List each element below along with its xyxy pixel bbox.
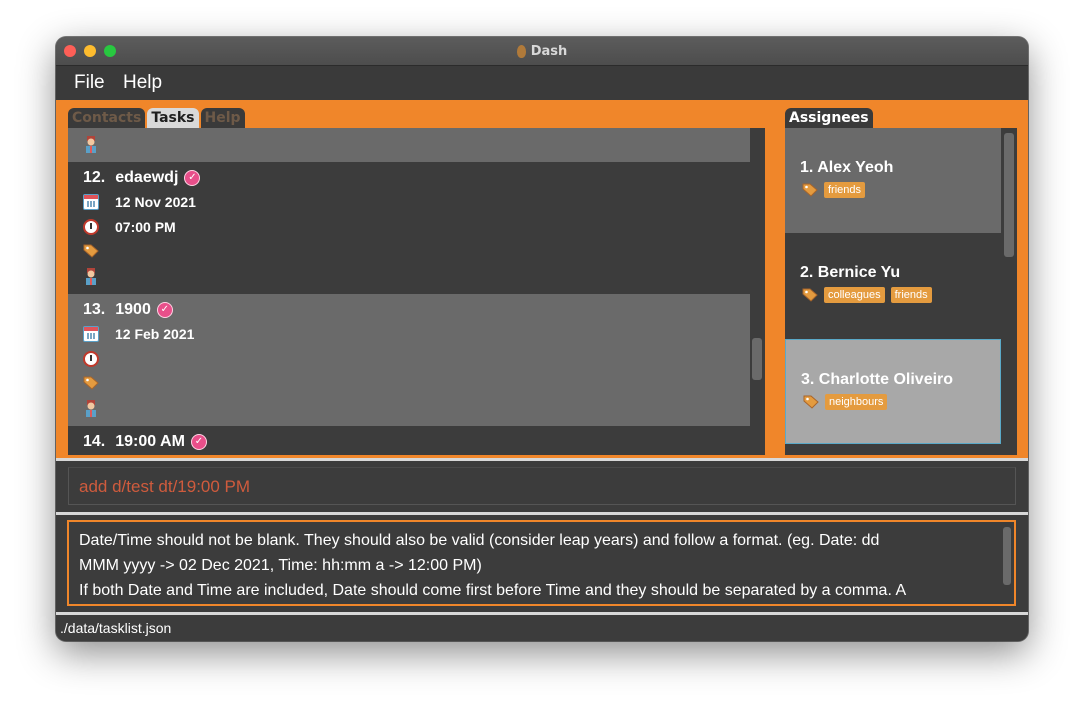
assignee-list-scroll-thumb[interactable] bbox=[1004, 133, 1014, 257]
task-name: edaewdj bbox=[115, 169, 179, 186]
clock-icon bbox=[83, 219, 99, 235]
task-index: 13. bbox=[83, 301, 106, 318]
tag-icon bbox=[83, 244, 99, 258]
task-date: 12 Nov 2021 bbox=[115, 194, 196, 210]
task-list[interactable]: 12. edaewdj ✓ 12 Nov 2021 07:00 PM 13. 1… bbox=[68, 128, 750, 455]
task-assignee-row bbox=[83, 268, 99, 285]
window-title: Dash bbox=[530, 43, 568, 59]
tab-tasks[interactable]: Tasks bbox=[147, 108, 199, 128]
task-list-scrollbar[interactable] bbox=[750, 128, 765, 455]
task-tag-row bbox=[83, 244, 99, 258]
command-area: add d/test dt/19:00 PM bbox=[56, 458, 1028, 512]
tag-icon bbox=[83, 376, 99, 390]
check-icon: ✓ bbox=[190, 434, 207, 450]
task-index: 12. bbox=[83, 169, 106, 186]
person-icon bbox=[83, 400, 99, 417]
tab-bar: Contacts Tasks Help bbox=[68, 108, 245, 128]
save-location: ./data/tasklist.json bbox=[60, 620, 172, 636]
task-index: 14. bbox=[83, 433, 106, 450]
tag-pill: friends bbox=[824, 182, 866, 198]
tag-icon bbox=[803, 395, 819, 409]
tag-pill: colleagues bbox=[824, 287, 885, 303]
command-input[interactable]: add d/test dt/19:00 PM bbox=[68, 467, 1016, 505]
status-bar: ./data/tasklist.json bbox=[56, 612, 1028, 641]
app-icon bbox=[516, 44, 526, 58]
task-assignee-row bbox=[83, 400, 99, 417]
menu-help[interactable]: Help bbox=[123, 72, 162, 94]
task-time-row bbox=[83, 351, 99, 367]
assignee-name: 1. Alex Yeoh bbox=[800, 159, 894, 176]
assignee-tags: neighbours bbox=[803, 394, 888, 410]
task-tag-row bbox=[83, 376, 99, 390]
task-header: 12. edaewdj ✓ bbox=[83, 169, 201, 187]
task-date: 12 Feb 2021 bbox=[115, 326, 195, 342]
task-time: 07:00 PM bbox=[115, 219, 176, 235]
calendar-icon bbox=[83, 194, 99, 210]
person-icon bbox=[83, 268, 99, 285]
assignee-card-selected[interactable]: 3. Charlotte Oliveiro neighbours bbox=[785, 339, 1001, 444]
tab-contacts[interactable]: Contacts bbox=[68, 108, 146, 128]
task-header: 14. 19:00 AM ✓ bbox=[83, 433, 207, 451]
result-area: Date/Time should not be blank. They shou… bbox=[56, 512, 1028, 612]
task-card[interactable]: 14. 19:00 AM ✓ bbox=[68, 426, 750, 455]
tag-icon bbox=[802, 288, 818, 302]
result-display[interactable]: Date/Time should not be blank. They shou… bbox=[67, 520, 1016, 606]
task-header: 13. 1900 ✓ bbox=[83, 301, 173, 319]
task-name: 1900 bbox=[115, 301, 151, 318]
title-bar: Dash bbox=[56, 37, 1028, 66]
assignee-tags: friends bbox=[802, 182, 866, 198]
task-time-row: 07:00 PM bbox=[83, 219, 176, 235]
tag-icon bbox=[802, 183, 818, 197]
person-icon bbox=[83, 136, 99, 153]
assignee-card[interactable]: 2. Bernice Yu colleagues friends bbox=[785, 233, 1001, 338]
menu-bar: File Help bbox=[56, 66, 1028, 100]
calendar-icon bbox=[83, 326, 99, 342]
task-card-partial[interactable] bbox=[68, 128, 750, 162]
task-date-row: 12 Feb 2021 bbox=[83, 326, 194, 342]
assignee-name: 2. Bernice Yu bbox=[800, 264, 901, 281]
check-icon: ✓ bbox=[184, 170, 201, 186]
result-line-2: MMM yyyy -> 02 Dec 2021, Time: hh:mm a -… bbox=[79, 557, 482, 574]
task-name: 19:00 AM bbox=[115, 433, 185, 450]
task-card[interactable]: 12. edaewdj ✓ 12 Nov 2021 07:00 PM bbox=[68, 162, 750, 294]
result-scroll-thumb[interactable] bbox=[1003, 527, 1011, 585]
task-card[interactable]: 13. 1900 ✓ 12 Feb 2021 bbox=[68, 294, 750, 426]
menu-file[interactable]: File bbox=[74, 72, 105, 94]
check-icon: ✓ bbox=[156, 302, 173, 318]
tag-pill: friends bbox=[890, 287, 932, 303]
assignee-tags: colleagues friends bbox=[802, 287, 932, 303]
main-panel: Contacts Tasks Help 12. edaewdj ✓ 12 Nov… bbox=[56, 100, 1028, 458]
result-text: Date/Time should not be blank. They shou… bbox=[79, 528, 989, 603]
assignee-name: 3. Charlotte Oliveiro bbox=[801, 371, 954, 388]
result-line-1: Date/Time should not be blank. They shou… bbox=[79, 532, 880, 549]
task-date-row: 12 Nov 2021 bbox=[83, 194, 196, 210]
task-list-scroll-thumb[interactable] bbox=[752, 338, 762, 380]
assignee-list[interactable]: 1. Alex Yeoh friends 2. Bernice Yu colle… bbox=[785, 128, 1017, 455]
assignee-card[interactable]: 1. Alex Yeoh friends bbox=[785, 128, 1001, 233]
tab-assignees[interactable]: Assignees bbox=[785, 108, 873, 128]
tag-pill: neighbours bbox=[825, 394, 888, 410]
clock-icon bbox=[83, 351, 99, 367]
result-line-3: If both Date and Time are included, Date… bbox=[79, 582, 907, 599]
tab-help[interactable]: Help bbox=[200, 108, 245, 128]
app-window: Dash File Help Contacts Tasks Help 12. e… bbox=[56, 37, 1028, 641]
